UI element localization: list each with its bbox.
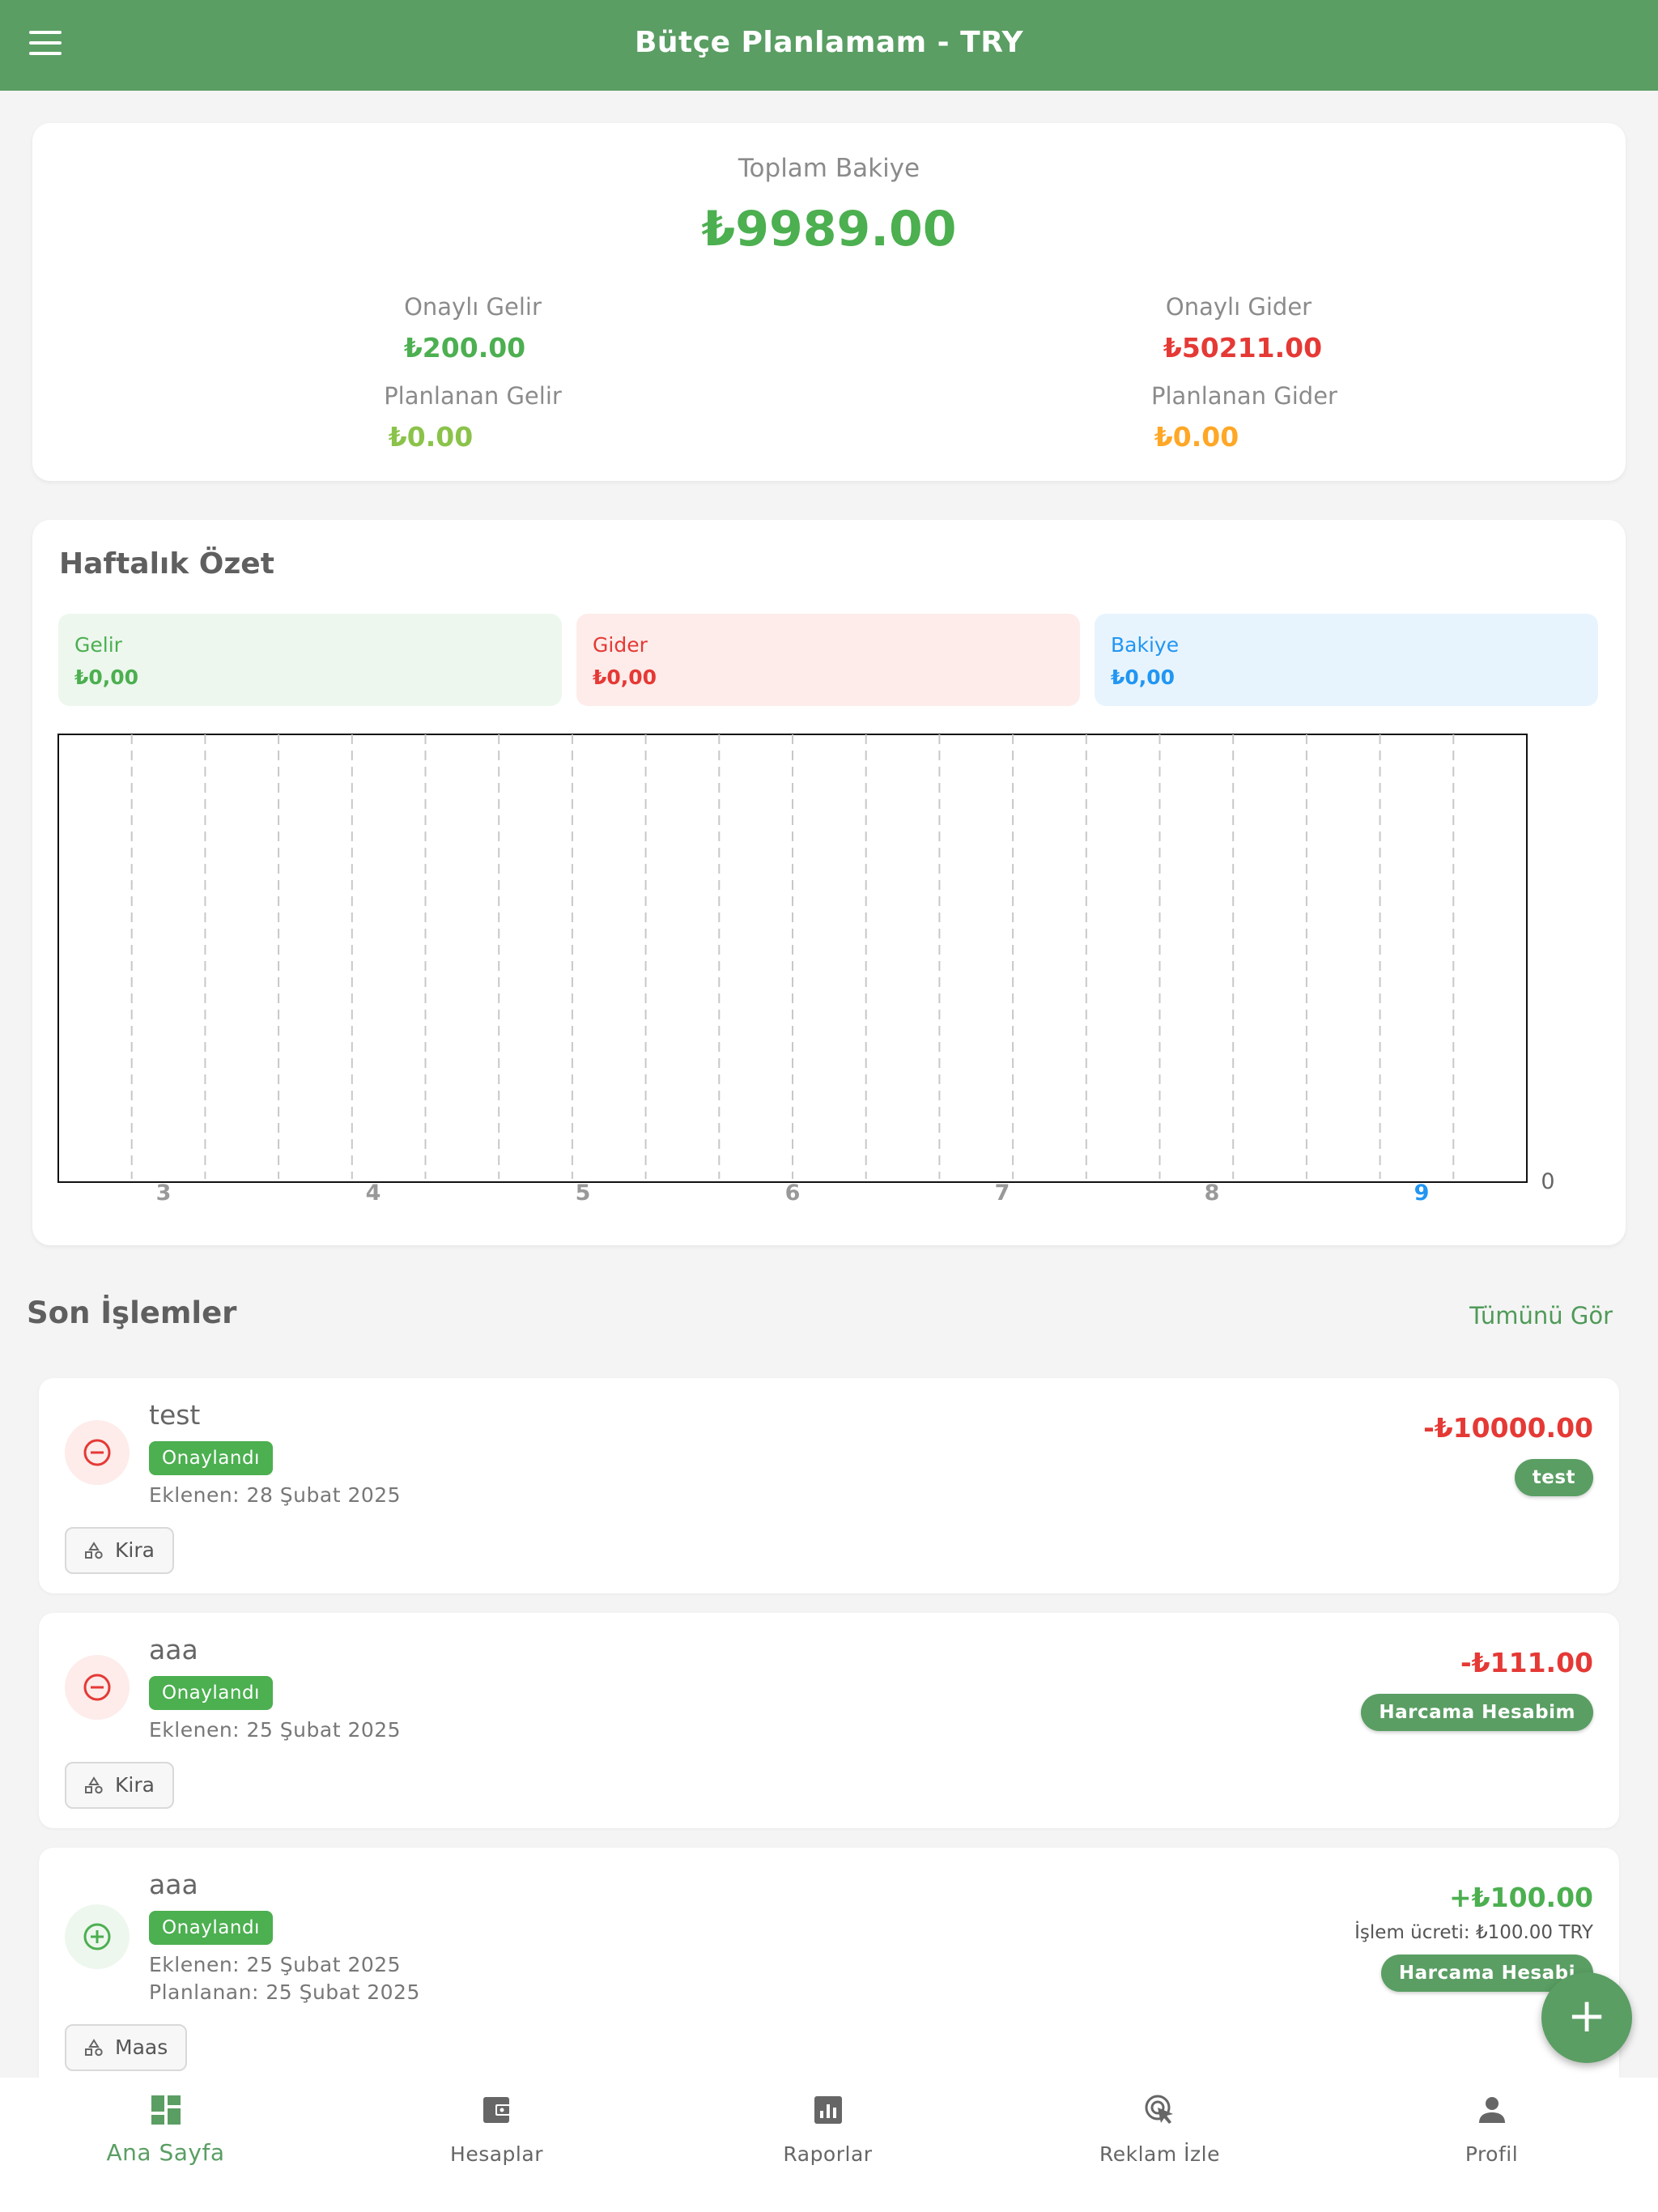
status-badge: Onaylandı: [149, 1441, 273, 1475]
wallet-icon: [483, 2097, 511, 2123]
transaction-planned-date: Planlanan: 25 Şubat 2025: [149, 1980, 420, 2004]
transaction-name: aaa: [149, 1634, 198, 1665]
category-chip[interactable]: Maas: [65, 2024, 188, 2071]
category-label: Kira: [115, 1773, 155, 1797]
transaction-amount: -₺10000.00: [1423, 1412, 1593, 1444]
category-label: Kira: [115, 1538, 155, 1562]
category-label: Maas: [115, 2035, 168, 2059]
nav-label: Profil: [1465, 2142, 1519, 2166]
planned-expense-label: Planlanan Gider: [1151, 382, 1337, 410]
account-pill[interactable]: test: [1514, 1459, 1593, 1496]
weekly-summary-card: Haftalık Özet Gelir ₺0,00 Gider ₺0,00 Ba…: [32, 520, 1626, 1245]
page-title: Bütçe Planlamam - TRY: [634, 26, 1024, 59]
app-bar: Bütçe Planlamam - TRY: [0, 0, 1658, 91]
plus-icon: +: [1567, 1988, 1607, 2043]
approved-income-label: Onaylı Gelir: [404, 293, 542, 321]
x-tick-label: 3: [155, 1180, 172, 1206]
planned-income-value: ₺0.00: [388, 421, 474, 453]
category-chip[interactable]: Kira: [65, 1762, 174, 1809]
expense-minus-icon: [65, 1420, 130, 1485]
x-tick-label: 8: [1204, 1180, 1220, 1206]
approved-expense-label: Onaylı Gider: [1165, 293, 1312, 321]
x-tick-label: 7: [994, 1180, 1010, 1206]
transaction-added-date: Eklenen: 25 Şubat 2025: [149, 1953, 402, 1976]
income-plus-icon: [65, 1904, 130, 1969]
status-badge: Onaylandı: [149, 1911, 273, 1945]
planned-expense-value: ₺0.00: [1154, 421, 1239, 453]
nav-label: Raporlar: [783, 2142, 873, 2166]
recent-transactions-title: Son İşlemler: [27, 1295, 237, 1330]
x-tick-label: 4: [365, 1180, 381, 1206]
transaction-added-date: Eklenen: 25 Şubat 2025: [149, 1718, 402, 1742]
account-pill[interactable]: Harcama Hesabim: [1361, 1694, 1593, 1731]
status-badge: Onaylandı: [149, 1676, 273, 1710]
balance-summary-card: Toplam Bakiye ₺9989.00 Onaylı Gelir ₺200…: [32, 123, 1626, 481]
category-icon: [85, 1776, 103, 1794]
transaction-card[interactable]: test Onaylandı Eklenen: 28 Şubat 2025 Ki…: [39, 1378, 1619, 1593]
total-balance-label: Toplam Bakiye: [738, 154, 920, 183]
nav-item-profile[interactable]: Profil: [1326, 2078, 1657, 2212]
transaction-name: test: [149, 1399, 201, 1431]
category-chip[interactable]: Kira: [65, 1527, 174, 1574]
transaction-fee: İşlem ücreti: ₺100.00 TRY: [1354, 1922, 1593, 1943]
nav-item-home[interactable]: Ana Sayfa: [0, 2078, 331, 2212]
nav-item-accounts[interactable]: Hesaplar: [331, 2078, 662, 2212]
x-tick-label: 9: [1414, 1180, 1430, 1206]
approved-expense-value: ₺50211.00: [1163, 332, 1323, 364]
chart-icon: [814, 2096, 842, 2124]
nav-label: Ana Sayfa: [106, 2139, 225, 2166]
total-balance-value: ₺9989.00: [701, 201, 957, 257]
planned-income-label: Planlanan Gelir: [384, 382, 562, 410]
x-tick-label: 6: [784, 1180, 801, 1206]
expense-minus-icon: [65, 1655, 130, 1720]
transaction-card[interactable]: aaa Onaylandı Eklenen: 25 Şubat 2025 Pla…: [39, 1848, 1619, 2091]
transaction-name: aaa: [149, 1869, 198, 1900]
dashboard-icon: [151, 2095, 181, 2125]
weekly-chart: [57, 734, 1528, 1183]
transaction-amount: +₺100.00: [1449, 1882, 1593, 1913]
transaction-amount: -₺111.00: [1460, 1647, 1593, 1678]
nav-item-reports[interactable]: Raporlar: [662, 2078, 993, 2212]
person-icon: [1478, 2097, 1505, 2123]
nav-label: Reklam İzle: [1099, 2142, 1220, 2166]
ad-click-icon: [1145, 2095, 1173, 2124]
y-tick-label: 0: [1541, 1169, 1555, 1194]
category-icon: [85, 2039, 103, 2057]
approved-income-value: ₺200.00: [403, 332, 526, 364]
see-all-link[interactable]: Tümünü Gör: [1469, 1302, 1613, 1329]
nav-label: Hesaplar: [450, 2142, 543, 2166]
transaction-added-date: Eklenen: 28 Şubat 2025: [149, 1483, 402, 1507]
x-tick-label: 5: [575, 1180, 591, 1206]
bottom-navigation: Ana Sayfa Hesaplar Raporlar Reklam İzle …: [0, 2078, 1658, 2212]
nav-item-watch-ad[interactable]: Reklam İzle: [994, 2078, 1325, 2212]
category-icon: [85, 1542, 103, 1559]
transaction-card[interactable]: aaa Onaylandı Eklenen: 25 Şubat 2025 Kir…: [39, 1613, 1619, 1828]
add-transaction-button[interactable]: +: [1541, 1972, 1632, 2063]
